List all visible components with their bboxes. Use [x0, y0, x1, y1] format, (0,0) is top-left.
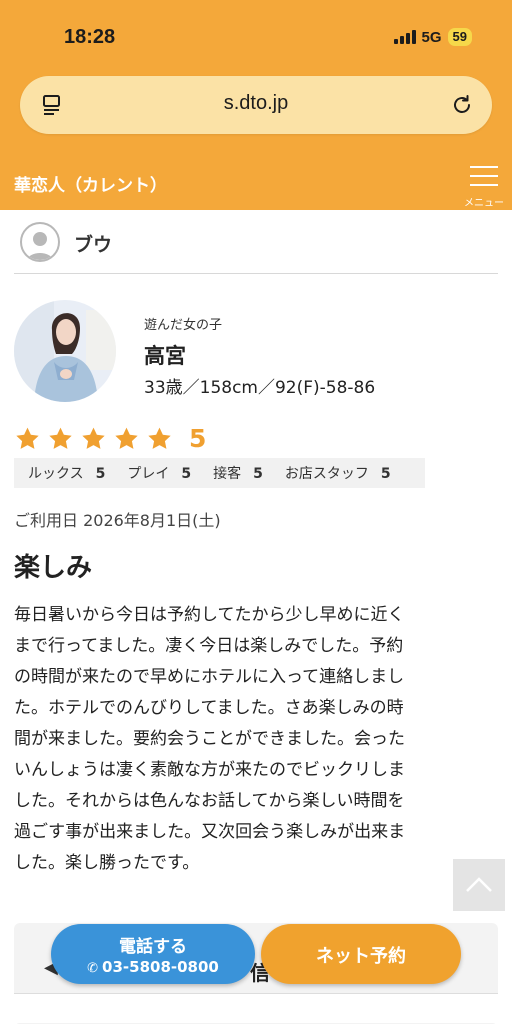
rating-value: 5: [189, 424, 207, 453]
user-avatar-icon: [20, 222, 60, 262]
score-item: 接客 5: [213, 466, 263, 482]
call-number: 03-5808-0800: [102, 958, 219, 976]
web-reserve-label: ネット予約: [316, 946, 406, 967]
site-title[interactable]: 華恋人（カレント）: [14, 171, 167, 196]
web-reserve-button[interactable]: ネット予約: [261, 924, 461, 984]
girl-photo[interactable]: [14, 300, 116, 402]
reviewer-row: ブウ: [14, 216, 498, 274]
star-icon: [82, 427, 105, 449]
girl-caption: 遊んだ女の子: [144, 318, 223, 333]
menu-button[interactable]: メニュー: [456, 162, 512, 209]
girl-spec: 33歳／158cm／92(F)-58-86: [144, 378, 376, 398]
review-body: 毎日暑いから今日は予約してたから少し早めに近く まで行ってました。凄く今日は楽し…: [14, 605, 406, 873]
star-rating: 5: [14, 424, 206, 453]
chevron-up-icon[interactable]: [453, 859, 505, 911]
menu-label: メニュー: [464, 198, 504, 209]
star-icon: [16, 427, 39, 449]
score-item: ルックス 5: [28, 466, 106, 482]
scroll-top-button[interactable]: [453, 859, 505, 911]
network-label: 5G: [421, 28, 442, 46]
status-indicators: 5G 59: [393, 28, 472, 46]
signal-icon: [393, 30, 416, 44]
address-bar[interactable]: s.dto.jp: [20, 76, 492, 134]
hamburger-icon[interactable]: [470, 166, 498, 168]
score-item: プレイ 5: [127, 466, 192, 482]
star-icon: [148, 427, 171, 449]
girl-name[interactable]: 高宮: [144, 340, 186, 370]
url-text[interactable]: s.dto.jp: [20, 92, 492, 115]
reviewer-name: ブウ: [74, 234, 113, 256]
battery-icon: 59: [447, 28, 472, 46]
review-title: 楽しみ: [14, 553, 93, 583]
status-time: 18:28: [64, 26, 116, 48]
bottom-panel-divider: [14, 993, 498, 1023]
score-item: お店スタッフ 5: [284, 466, 391, 482]
call-label: 電話する: [119, 937, 187, 957]
star-icon: [115, 427, 138, 449]
score-breakdown: ルックス 5 プレイ 5 接客 5 お店スタッフ 5: [14, 458, 425, 488]
call-button[interactable]: 電話する ✆ 03-5808-0800: [51, 924, 255, 984]
reload-icon[interactable]: [450, 93, 474, 117]
visit-date: ご利用日 2026年8月1日(土): [14, 511, 221, 530]
phone-icon: ✆: [87, 961, 99, 976]
star-icon: [49, 427, 72, 449]
